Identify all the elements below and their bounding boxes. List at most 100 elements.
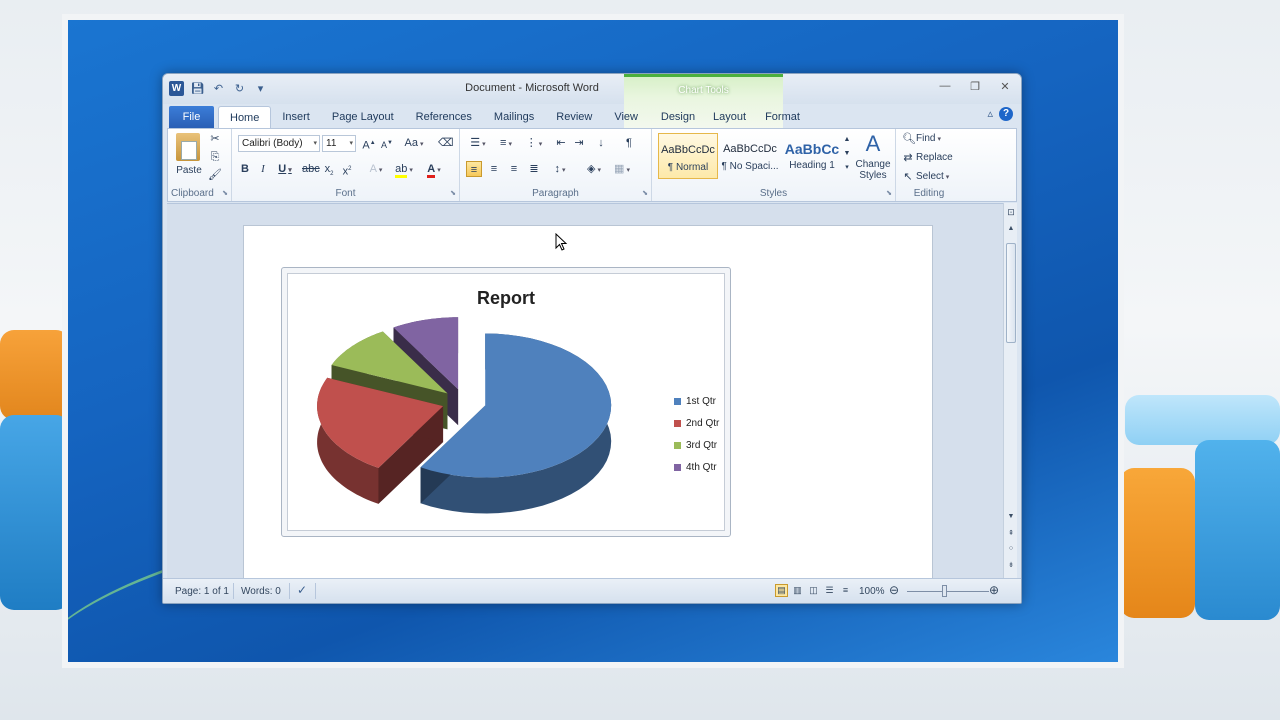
next-page-icon[interactable]: ⇟ xyxy=(1004,561,1018,569)
style-no-spacing[interactable]: AaBbCcDc ¶ No Spaci... xyxy=(720,133,780,179)
scroll-up-icon[interactable]: ▲ xyxy=(1004,225,1018,232)
tab-layout[interactable]: Layout xyxy=(703,106,756,128)
replace-icon[interactable]: ⇄ xyxy=(902,150,914,166)
shrink-font-icon[interactable]: A▼ xyxy=(380,135,394,151)
browse-object-icon[interactable]: ○ xyxy=(1004,545,1018,552)
scroll-down-icon[interactable]: ▼ xyxy=(1004,513,1018,520)
sort-icon[interactable]: ↓ xyxy=(594,135,608,151)
tab-references[interactable]: References xyxy=(405,106,483,128)
word-count[interactable]: Words: 0 xyxy=(241,586,281,597)
clear-formatting-icon[interactable]: ⌫ xyxy=(438,135,454,151)
tab-page-layout[interactable]: Page Layout xyxy=(321,106,405,128)
change-styles-button[interactable]: Change Styles xyxy=(852,159,894,183)
decrease-indent-icon[interactable]: ⇤ xyxy=(554,135,568,151)
page-count[interactable]: Page: 1 of 1 xyxy=(175,586,229,597)
cut-icon[interactable]: ✂ xyxy=(208,131,222,147)
find-button[interactable]: Find ▾ xyxy=(916,131,941,147)
zoom-in-icon[interactable]: ⊕ xyxy=(989,583,999,597)
copy-icon[interactable]: ⎘ xyxy=(208,149,222,165)
font-name-combo[interactable]: Calibri (Body) ▾ xyxy=(238,135,320,152)
text-effects-icon[interactable]: A ▾ xyxy=(366,161,386,177)
select-icon[interactable]: ↖ xyxy=(902,169,914,185)
underline-icon[interactable]: U ▾ xyxy=(274,161,296,177)
view-ruler-icon[interactable]: ⊡ xyxy=(1004,207,1018,218)
pie-chart[interactable] xyxy=(288,274,726,532)
superscript-icon[interactable]: x2 xyxy=(340,161,354,178)
font-label: Font xyxy=(335,188,356,199)
outline-icon[interactable]: ☰ xyxy=(823,584,836,597)
proofing-icon[interactable]: ✓ xyxy=(297,583,307,597)
tab-home[interactable]: Home xyxy=(218,106,272,128)
paste-button[interactable]: Paste xyxy=(173,163,205,179)
change-styles-icon[interactable]: A xyxy=(855,131,891,157)
desktop-furniture-orange-right xyxy=(1120,468,1195,618)
legend-item[interactable]: 3rd Qtr xyxy=(674,434,719,456)
font-size-combo[interactable]: 11 ▾ xyxy=(322,135,356,152)
tab-file[interactable]: File xyxy=(169,106,214,128)
subscript-icon[interactable]: x2 xyxy=(322,161,336,177)
zoom-level[interactable]: 100% xyxy=(859,586,885,597)
align-center-icon[interactable]: ≡ xyxy=(486,161,502,177)
show-hide-marks-icon[interactable]: ¶ xyxy=(622,135,636,151)
web-layout-icon[interactable]: ◫ xyxy=(807,584,820,597)
bold-icon[interactable]: B xyxy=(238,161,252,177)
font-launcher-icon[interactable]: ⬊ xyxy=(450,189,456,197)
zoom-out-icon[interactable]: ⊖ xyxy=(889,583,899,597)
zoom-slider-track[interactable] xyxy=(907,591,989,592)
legend-item[interactable]: 1st Qtr xyxy=(674,390,719,412)
style-normal[interactable]: AaBbCcDc ¶ Normal xyxy=(658,133,718,179)
replace-button[interactable]: Replace xyxy=(916,150,953,166)
strikethrough-icon[interactable]: abc xyxy=(302,161,320,177)
document-page[interactable]: Report 1st Qtr 2nd Qtr 3rd Qtr 4th Qtr xyxy=(243,225,933,578)
numbering-icon[interactable]: ≡ ▾ xyxy=(494,135,518,151)
change-case-icon[interactable]: Aa ▾ xyxy=(404,135,424,151)
grow-font-icon[interactable]: A▲ xyxy=(362,135,376,152)
highlight-icon[interactable]: ab ▾ xyxy=(392,161,416,178)
format-painter-icon[interactable]: 🖌︎ xyxy=(208,167,222,183)
align-right-icon[interactable]: ≡ xyxy=(506,161,522,177)
scrollbar-thumb[interactable] xyxy=(1006,243,1016,343)
tab-view[interactable]: View xyxy=(603,106,649,128)
maximize-icon[interactable]: ❐ xyxy=(967,80,983,93)
style-heading-1[interactable]: AaBbCc Heading 1 xyxy=(782,133,842,179)
vertical-scrollbar[interactable]: ⊡ ▲ ▼ ⇞ ○ ⇟ xyxy=(1003,203,1017,578)
print-layout-icon[interactable]: ▤ xyxy=(775,584,788,597)
close-icon[interactable]: ✕ xyxy=(997,80,1013,93)
full-screen-reading-icon[interactable]: ▥ xyxy=(791,584,804,597)
increase-indent-icon[interactable]: ⇥ xyxy=(572,135,586,151)
styles-scroll-icon[interactable]: ▲ ▼ ▾ xyxy=(842,133,852,179)
clipboard-group: Paste ✂ ⎘ 🖌︎ Clipboard ⬊ xyxy=(168,129,232,201)
help-icon[interactable]: ? xyxy=(999,107,1013,121)
select-button[interactable]: Select ▾ xyxy=(916,169,949,185)
bullets-icon[interactable]: ☰ ▾ xyxy=(466,135,490,151)
font-color-icon[interactable]: A ▾ xyxy=(422,161,446,178)
ribbon: Paste ✂ ⎘ 🖌︎ Clipboard ⬊ Calibri (Body) ▾… xyxy=(167,128,1017,202)
chart-object[interactable]: Report 1st Qtr 2nd Qtr 3rd Qtr 4th Qtr xyxy=(281,267,731,537)
line-spacing-icon[interactable]: ↕ ▾ xyxy=(548,161,572,177)
justify-icon[interactable]: ≣ xyxy=(526,161,542,177)
chart-legend[interactable]: 1st Qtr 2nd Qtr 3rd Qtr 4th Qtr xyxy=(674,390,719,478)
shading-icon[interactable]: ◈ ▾ xyxy=(582,161,606,177)
clipboard-launcher-icon[interactable]: ⬊ xyxy=(222,189,228,197)
borders-icon[interactable]: ▦ ▾ xyxy=(610,161,634,177)
paste-icon[interactable] xyxy=(176,133,200,161)
multilevel-list-icon[interactable]: ⋮ ▾ xyxy=(522,135,546,151)
find-icon[interactable]: 🔍︎ xyxy=(902,131,916,147)
draft-icon[interactable]: ≡ xyxy=(839,584,852,597)
zoom-slider-thumb[interactable] xyxy=(942,585,947,597)
paragraph-launcher-icon[interactable]: ⬊ xyxy=(642,189,648,197)
align-left-icon[interactable]: ≡ xyxy=(466,161,482,177)
tab-design[interactable]: Design xyxy=(653,106,703,128)
legend-item[interactable]: 4th Qtr xyxy=(674,456,719,478)
tab-insert[interactable]: Insert xyxy=(271,106,321,128)
chart-area[interactable]: Report 1st Qtr 2nd Qtr 3rd Qtr 4th Qtr xyxy=(287,273,725,531)
minimize-ribbon-icon[interactable]: ▵ xyxy=(987,107,993,121)
tab-mailings[interactable]: Mailings xyxy=(483,106,545,128)
legend-item[interactable]: 2nd Qtr xyxy=(674,412,719,434)
previous-page-icon[interactable]: ⇞ xyxy=(1004,529,1018,537)
tab-review[interactable]: Review xyxy=(545,106,603,128)
italic-icon[interactable]: I xyxy=(256,161,270,177)
minimize-icon[interactable]: — xyxy=(937,80,953,93)
styles-launcher-icon[interactable]: ⬊ xyxy=(886,189,892,197)
tab-format[interactable]: Format xyxy=(756,106,809,128)
